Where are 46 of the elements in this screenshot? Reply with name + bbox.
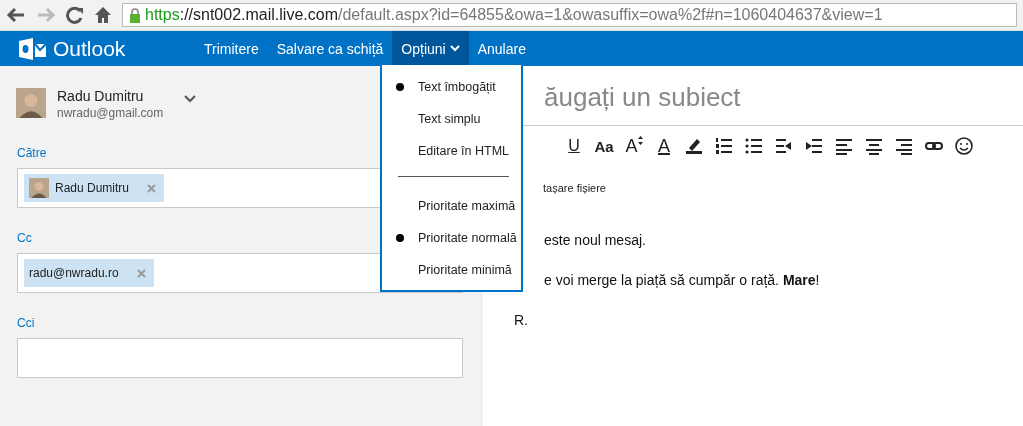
smiley-icon[interactable]: [954, 136, 974, 156]
nav-menu-item[interactable]: Opțiuni: [392, 31, 469, 66]
sender-name: Radu Dumitru: [57, 88, 145, 104]
underline-button[interactable]: U: [563, 137, 585, 155]
recipient-field[interactable]: [17, 338, 463, 378]
align-left-icon[interactable]: [834, 136, 854, 156]
chevron-down-icon: [449, 45, 460, 52]
nav-menu-item[interactable]: Salvare ca schiță: [267, 31, 393, 66]
indent-icon[interactable]: [804, 136, 824, 156]
nav-menu-item[interactable]: Trimitere: [195, 31, 268, 66]
field-label: Cc: [17, 231, 32, 245]
numbered-list-icon[interactable]: [714, 136, 734, 156]
font-color-button[interactable]: A: [653, 135, 675, 157]
font-button[interactable]: Aa: [593, 137, 615, 155]
url-text: https://snt002.mail.live.com/default.aspx?id=64855&owa=1&owasuffix=owa%2f#n=1060404637&view=1: [145, 6, 883, 24]
field-label: Cci: [17, 316, 35, 330]
message-text: R.: [514, 312, 528, 328]
chevron-down-icon[interactable]: [184, 95, 197, 103]
app-name: Outlook: [53, 36, 126, 61]
sender-email: nwradu@gmail.com: [57, 106, 164, 120]
field-label: Către: [17, 146, 47, 160]
nav-menu-item[interactable]: Anulare: [468, 31, 535, 66]
recipient-chip[interactable]: Radu Dumitru: [24, 174, 165, 202]
menu-item[interactable]: Text simplu: [382, 103, 517, 135]
up-down-arrows-icon: [637, 135, 643, 145]
highlighter-icon[interactable]: [684, 136, 704, 156]
message-text: e voi merge la piață să cumpăr o rață. Mare!: [543, 272, 820, 288]
lock-icon: [129, 7, 141, 23]
menu-item[interactable]: Prioritate normală: [382, 222, 517, 254]
menu-item[interactable]: Text îmbogățit: [382, 71, 517, 103]
outlook-logo-icon: [17, 36, 47, 61]
bulleted-list-icon[interactable]: [744, 136, 764, 156]
message-text: este noul mesaj.: [543, 232, 646, 248]
align-right-icon[interactable]: [894, 136, 914, 156]
address-bar[interactable]: https://snt002.mail.live.com/default.aspx?id=64855&owa=1&owasuffix=owa%2f#n=1060404637&view=1: [122, 3, 1017, 27]
align-center-icon[interactable]: [864, 136, 884, 156]
font-size-button[interactable]: A: [623, 135, 645, 157]
attach-files-link[interactable]: tașare fișiere: [543, 182, 606, 194]
back-icon[interactable]: [6, 7, 26, 23]
reload-icon[interactable]: [66, 6, 84, 24]
menu-item[interactable]: Editare în HTML: [382, 135, 517, 167]
recipient-chip[interactable]: radu@nwradu.ro: [24, 259, 154, 287]
avatar-icon: [29, 178, 49, 198]
avatar-icon: [16, 88, 46, 118]
outdent-icon[interactable]: [774, 136, 794, 156]
home-icon[interactable]: [94, 6, 112, 24]
